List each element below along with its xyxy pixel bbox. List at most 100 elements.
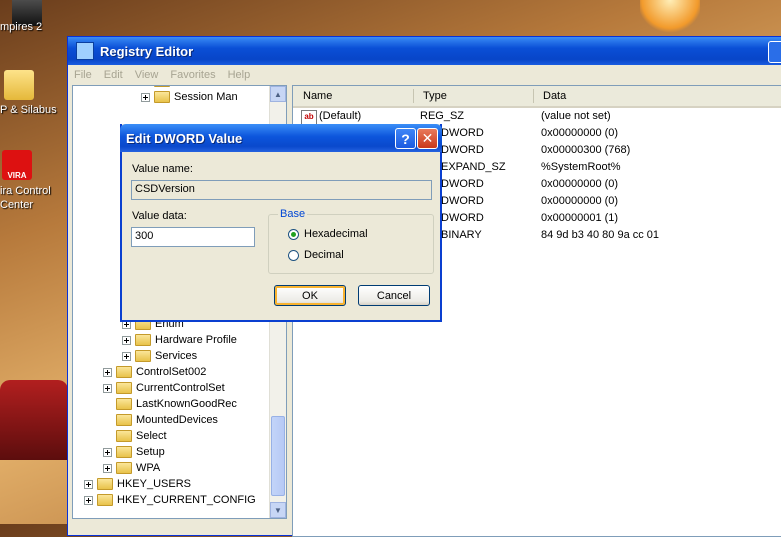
tree-item-label: MountedDevices [136, 414, 218, 426]
tree-item-label: Session Man [174, 91, 238, 103]
value-type: DWORD [441, 178, 484, 190]
desktop-icon-label[interactable]: P & Silabus [0, 104, 57, 116]
registry-title-bar[interactable]: Registry Editor [68, 37, 781, 65]
folder-icon [116, 446, 132, 458]
radio-dot [288, 249, 299, 261]
value-data: 0x00000000 (0) [541, 195, 619, 207]
tree-item-label: LastKnownGoodRec [136, 398, 237, 410]
desktop-icon-label[interactable]: mpires 2 [0, 21, 42, 33]
scroll-up-icon[interactable]: ▲ [270, 86, 286, 102]
tree-item-label: ServiceProv [174, 86, 233, 87]
value-data: 0x00000000 (0) [541, 178, 619, 190]
expand-icon[interactable] [103, 447, 112, 457]
avira-badge: VIRA [7, 171, 27, 180]
folder-icon[interactable] [4, 70, 34, 100]
close-icon[interactable]: ✕ [417, 128, 438, 149]
menu-view[interactable]: View [135, 69, 159, 81]
list-header: Name Type Data [293, 86, 781, 108]
menu-bar: File Edit View Favorites Help [68, 65, 781, 84]
tree-item-label: Select [136, 430, 167, 442]
hexadecimal-radio[interactable]: Hexadecimal [288, 228, 368, 240]
ok-button[interactable]: OK [274, 285, 346, 306]
expand-icon[interactable] [141, 85, 150, 86]
folder-icon [116, 382, 132, 394]
help-icon[interactable]: ? [395, 128, 416, 149]
expand-icon[interactable] [103, 463, 112, 473]
tree-item-label: Setup [136, 446, 165, 458]
menu-file[interactable]: File [74, 69, 92, 81]
value-type: DWORD [441, 212, 484, 224]
expand-icon[interactable] [141, 92, 150, 102]
column-name[interactable]: Name [303, 90, 332, 102]
avira-icon[interactable]: VIRA [2, 150, 32, 180]
decimal-radio[interactable]: Decimal [288, 249, 344, 261]
wallpaper-lamp [640, 0, 700, 36]
tree-item[interactable]: Select [103, 428, 167, 444]
window-title: Registry Editor [100, 43, 194, 59]
tree-item[interactable]: HKEY_USERS [84, 476, 191, 492]
expand-icon[interactable] [103, 383, 112, 393]
tree-item[interactable]: Hardware Profile [122, 332, 237, 348]
string-value-icon: ab [301, 110, 317, 125]
value-data: (value not set) [541, 110, 611, 122]
scroll-thumb[interactable] [271, 416, 285, 496]
value-data: %SystemRoot% [541, 161, 621, 173]
menu-edit[interactable]: Edit [104, 69, 123, 81]
tree-item[interactable]: Session Man [141, 89, 238, 105]
folder-icon [116, 430, 132, 442]
expand-icon[interactable] [122, 351, 131, 361]
base-group-title: Base [278, 208, 308, 220]
value-row[interactable]: ab (Default) REG_SZ (value not set) [293, 108, 781, 125]
value-data: 0x00000001 (1) [541, 212, 619, 224]
tree-item-label: Services [155, 350, 198, 362]
maximize-icon[interactable] [768, 41, 781, 63]
tree-item[interactable]: CurrentControlSet [103, 380, 225, 396]
folder-icon [116, 414, 132, 426]
desktop-icon-label[interactable]: ira Control [0, 185, 51, 197]
scroll-down-icon[interactable]: ▼ [270, 502, 286, 518]
value-name-field: CSDVersion [131, 180, 432, 200]
tree-item-label: WPA [136, 462, 161, 474]
folder-icon [135, 334, 151, 346]
expand-icon[interactable] [122, 335, 131, 345]
tree-item[interactable]: WPA [103, 460, 160, 476]
folder-icon [116, 366, 132, 378]
menu-favorites[interactable]: Favorites [170, 69, 215, 81]
dialog-title-bar[interactable]: Edit DWORD Value ? ✕ [120, 124, 442, 152]
value-data: 0x00000300 (768) [541, 144, 631, 156]
column-type[interactable]: Type [423, 90, 447, 102]
column-data[interactable]: Data [543, 90, 566, 102]
folder-icon [154, 91, 170, 103]
desktop-icon-label[interactable]: Center [0, 199, 33, 211]
dialog-title: Edit DWORD Value [126, 130, 243, 146]
value-data-field[interactable]: 300 [131, 227, 255, 247]
expand-icon[interactable] [84, 479, 93, 489]
value-name-label: Value name: [132, 163, 193, 175]
tree-item[interactable]: HKEY_CURRENT_CONFIG [84, 492, 256, 508]
folder-icon [116, 462, 132, 474]
folder-icon [154, 86, 170, 87]
value-data: 84 9d b3 40 80 9a cc 01 [541, 229, 660, 241]
tree-item[interactable]: ControlSet002 [103, 364, 206, 380]
folder-icon [97, 494, 113, 506]
tree-item-label: HKEY_CURRENT_CONFIG [117, 494, 256, 506]
expand-icon[interactable] [84, 495, 93, 505]
menu-help[interactable]: Help [228, 69, 251, 81]
value-type: BINARY [441, 229, 482, 241]
tree-item[interactable]: LastKnownGoodRec [103, 396, 237, 412]
tree-item[interactable]: MountedDevices [103, 412, 218, 428]
hexadecimal-label: Hexadecimal [304, 228, 368, 240]
cancel-button[interactable]: Cancel [358, 285, 430, 306]
edit-dword-dialog: Edit DWORD Value ? ✕ Value name: CSDVers… [120, 124, 442, 322]
value-type: DWORD [441, 144, 484, 156]
value-type: REG_SZ [420, 110, 465, 122]
tree-item[interactable]: Setup [103, 444, 165, 460]
folder-icon [135, 350, 151, 362]
wallpaper-sofa [0, 380, 68, 460]
tree-item-label: ControlSet002 [136, 366, 207, 378]
tree-item-label: Hardware Profile [155, 334, 237, 346]
expand-icon[interactable] [103, 367, 112, 377]
value-type: DWORD [441, 127, 484, 139]
tree-item[interactable]: Services [122, 348, 197, 364]
value-type: EXPAND_SZ [441, 161, 506, 173]
